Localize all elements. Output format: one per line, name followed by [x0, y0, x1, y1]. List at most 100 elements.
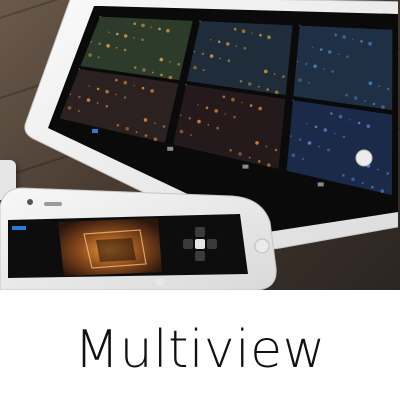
city-light [342, 35, 347, 39]
city-light [349, 119, 351, 121]
iphone-device [0, 178, 280, 290]
city-light [141, 38, 144, 41]
city-light [249, 104, 253, 107]
city-light [366, 124, 371, 128]
city-light [151, 71, 154, 74]
city-light [386, 172, 390, 175]
city-light [238, 152, 242, 156]
city-light [296, 60, 299, 63]
city-light [346, 55, 349, 58]
city-light [292, 99, 294, 102]
ptz-center-icon[interactable] [195, 239, 205, 249]
city-light [162, 125, 166, 128]
city-light [150, 89, 154, 93]
city-light [133, 22, 136, 26]
city-light [352, 38, 354, 40]
city-light [273, 73, 276, 75]
city-light [217, 40, 221, 44]
city-light [153, 137, 158, 141]
city-light [258, 85, 260, 88]
city-light [78, 95, 81, 99]
city-light [243, 46, 247, 50]
grid-icon[interactable] [92, 129, 98, 133]
city-light [330, 112, 333, 115]
ptz-right-icon[interactable] [207, 239, 217, 249]
city-light [377, 168, 379, 171]
city-light [123, 34, 128, 38]
city-light [381, 105, 385, 109]
city-light [224, 113, 227, 115]
city-light [267, 35, 271, 39]
city-light [177, 63, 180, 66]
city-light [159, 57, 164, 62]
front-camera [27, 199, 33, 205]
city-light [105, 104, 109, 108]
city-light [298, 138, 302, 141]
city-light [307, 141, 312, 145]
city-light [233, 115, 236, 119]
city-light [291, 153, 296, 158]
gear-icon[interactable] [317, 182, 324, 187]
window-icon[interactable] [242, 164, 249, 169]
city-light [105, 89, 109, 94]
city-light [168, 75, 173, 80]
city-light [323, 68, 325, 70]
ptz-left-icon[interactable] [183, 239, 193, 249]
city-light [209, 39, 212, 41]
city-light [115, 78, 118, 82]
city-light [197, 104, 199, 106]
city-light [201, 52, 205, 56]
city-light [265, 145, 268, 148]
city-light [123, 80, 128, 85]
city-light [185, 83, 187, 86]
city-light [282, 75, 285, 78]
city-light [357, 121, 361, 125]
city-light [351, 177, 355, 181]
city-light [241, 29, 246, 33]
city-light [193, 65, 197, 70]
city-light [298, 78, 302, 82]
city-light [290, 135, 292, 137]
city-light [342, 135, 346, 139]
city-light [257, 160, 261, 163]
city-light [133, 37, 135, 39]
phone-home-button[interactable] [254, 238, 270, 254]
city-light [207, 124, 210, 126]
city-light [353, 96, 358, 100]
speaker-grille [44, 202, 62, 206]
city-light [229, 149, 232, 152]
ptz-down-icon[interactable] [195, 251, 205, 261]
city-light [158, 27, 161, 31]
city-light [323, 128, 328, 132]
city-light [241, 101, 243, 104]
night-city-tile-3[interactable] [293, 25, 393, 111]
city-light [319, 48, 323, 51]
city-light [328, 50, 332, 54]
city-light [308, 82, 310, 84]
city-light [202, 69, 205, 71]
city-light [193, 50, 196, 53]
plus-icon[interactable] [167, 146, 174, 151]
city-light [135, 131, 138, 133]
city-light [90, 41, 92, 43]
city-light [311, 46, 314, 49]
city-light [255, 141, 259, 145]
back-link[interactable] [12, 226, 26, 230]
city-light [233, 27, 237, 31]
city-light [78, 110, 80, 112]
record-button-icon[interactable] [156, 278, 164, 286]
city-light [248, 82, 252, 86]
city-light [235, 45, 238, 47]
city-light [380, 189, 385, 193]
city-light [214, 109, 218, 113]
city-light [386, 87, 390, 91]
city-light [88, 85, 90, 87]
city-light [368, 41, 372, 46]
city-light [154, 122, 156, 124]
city-light [338, 114, 343, 119]
home-button[interactable] [355, 149, 373, 167]
city-light [313, 64, 317, 69]
ptz-up-icon[interactable] [195, 227, 205, 237]
city-light [99, 15, 101, 18]
city-light [372, 102, 376, 106]
